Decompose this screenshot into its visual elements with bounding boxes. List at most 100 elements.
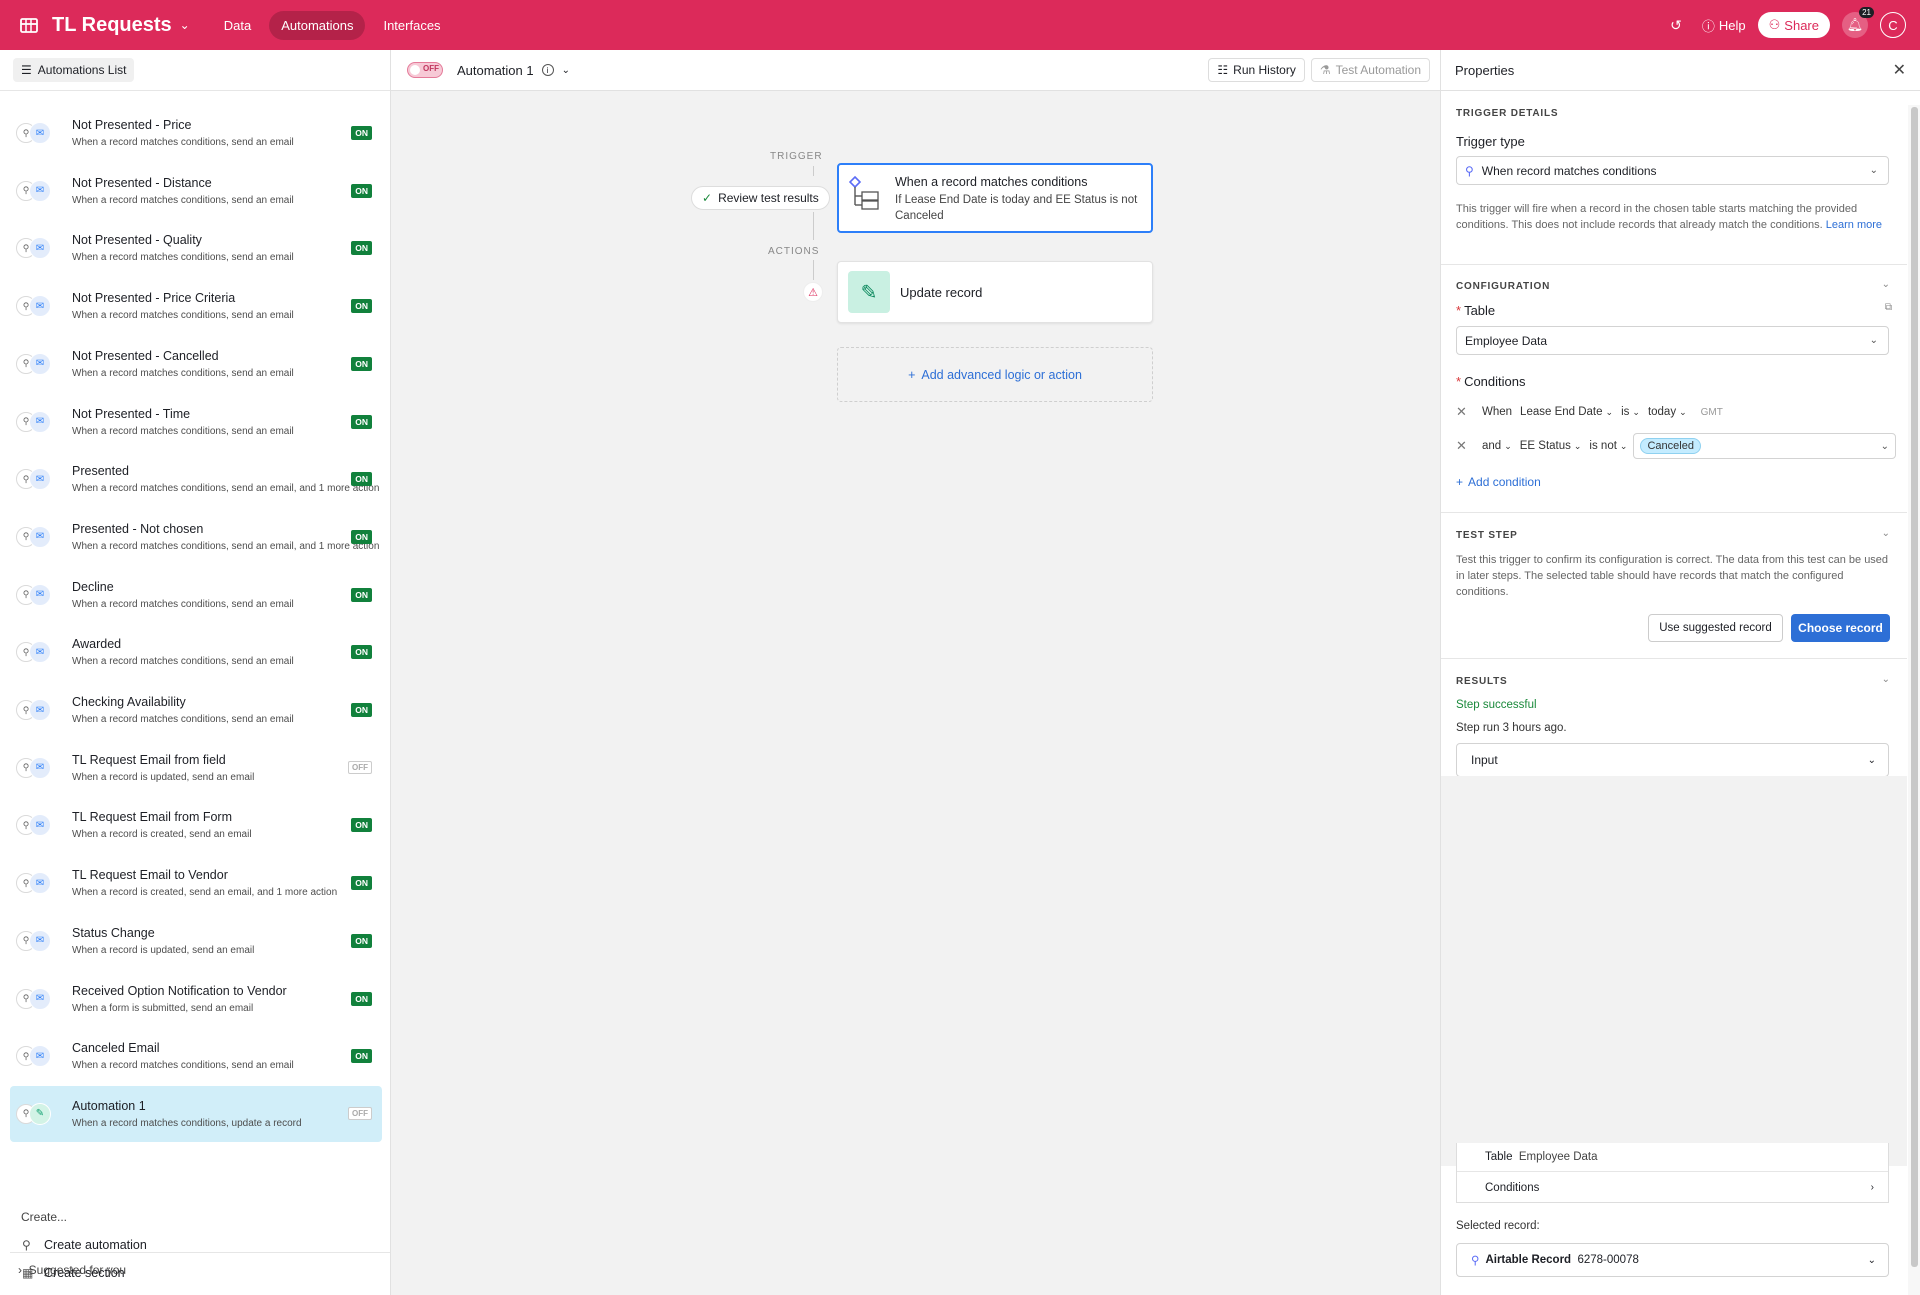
- automation-title: Awarded: [72, 637, 122, 652]
- selected-record-select[interactable]: ⚲ Airtable Record 6278-00078 ⌄: [1456, 1243, 1889, 1277]
- status-badge[interactable]: ON: [351, 1049, 372, 1064]
- add-condition-button[interactable]: + Add condition: [1456, 475, 1541, 489]
- automation-item[interactable]: ⚲ ✉ Presented - Not chosen When a record ma…: [10, 509, 382, 565]
- automation-item[interactable]: ⚲ ✉ Not Presented - Distance When a record …: [10, 163, 382, 219]
- automation-item[interactable]: ⚲ ✉ TL Request Email from field When a reco…: [10, 740, 382, 796]
- status-badge[interactable]: ON: [351, 241, 372, 256]
- conjunction-select[interactable]: and ⌄: [1482, 440, 1512, 452]
- record-conditions-icon: [848, 175, 881, 215]
- status-badge[interactable]: ON: [351, 933, 372, 948]
- chevron-down-icon[interactable]: ⌄: [1882, 279, 1890, 290]
- automation-name[interactable]: Automation 1 i ⌄: [457, 63, 570, 78]
- run-history-button[interactable]: ☷ Run History: [1208, 58, 1305, 82]
- avatar[interactable]: C: [1880, 12, 1906, 38]
- automation-subtitle: When a record is updated, send an email: [72, 771, 255, 783]
- automation-item[interactable]: ⚲ ✉ Awarded When a record matches condition…: [10, 624, 382, 680]
- trigger-type-select[interactable]: ⚲ When record matches conditions ⌄: [1456, 156, 1889, 185]
- help-label: Help: [1718, 17, 1746, 33]
- status-pill: Canceled: [1640, 438, 1701, 454]
- status-badge[interactable]: ON: [351, 529, 372, 544]
- top-nav: Data Automations Interfaces: [212, 10, 453, 40]
- choose-record-button[interactable]: Choose record: [1791, 614, 1890, 642]
- suggested-for-you[interactable]: › Suggested for you: [10, 1252, 390, 1277]
- automation-item[interactable]: ⚲ ✉ TL Request Email to Vendor When a recor…: [10, 855, 382, 911]
- table-select[interactable]: Employee Data ⌄: [1456, 326, 1889, 355]
- automation-title: Not Presented - Cancelled: [72, 348, 219, 363]
- status-badge[interactable]: ON: [351, 818, 372, 833]
- status-badge[interactable]: ON: [351, 587, 372, 602]
- condition-operator-select[interactable]: is ⌄: [1621, 406, 1640, 418]
- info-icon[interactable]: i: [541, 64, 554, 76]
- status-badge[interactable]: ON: [351, 703, 372, 717]
- notifications-button[interactable]: 🔔︎ 21: [1842, 7, 1874, 38]
- automation-item[interactable]: ⚲ ✉ Not Presented - Time When a record matc…: [10, 394, 382, 450]
- expand-icon[interactable]: ⧉: [1885, 302, 1892, 313]
- automation-item[interactable]: ⚲ ✉ TL Request Email from Form When a recor…: [10, 797, 382, 853]
- trigger-card[interactable]: When a record matches conditions If Leas…: [837, 163, 1153, 233]
- share-button[interactable]: ⚇ Share: [1757, 12, 1830, 38]
- automation-item[interactable]: ⚲ ✉ Decline When a record matches condition…: [10, 567, 382, 623]
- condition-value-select[interactable]: Canceled ⌄: [1633, 433, 1896, 459]
- automation-item[interactable]: ⚲ ✉ Received Option Notification to Vendor…: [10, 971, 382, 1027]
- automation-item[interactable]: ⚲ ✉ Not Presented - Quality When a record m…: [10, 220, 382, 276]
- base-name[interactable]: TL Requests: [52, 14, 172, 37]
- automation-item[interactable]: ⚲ ✉ Not Presented - Price When a record mat…: [10, 105, 382, 161]
- status-badge[interactable]: ON: [351, 356, 372, 371]
- update-record-action-card[interactable]: ✎ Update record: [837, 261, 1153, 323]
- nav-interfaces[interactable]: Interfaces: [371, 11, 452, 40]
- automation-item[interactable]: ⚲ ✉ Status Change When a record is updated,…: [10, 913, 382, 969]
- automation-item[interactable]: ⚲ ✉ Not Presented - Cancelled When a record…: [10, 336, 382, 392]
- review-test-results-button[interactable]: ✓ Review test results: [691, 186, 830, 210]
- automation-item[interactable]: ⚲ ✎ Automation 1 When a record matches cond…: [10, 1085, 382, 1142]
- record-conditions-icon: ⚲: [1465, 163, 1474, 178]
- test-automation-button[interactable]: ⚗ Test Automation: [1310, 58, 1430, 82]
- automation-item[interactable]: ⚲ ✉ Canceled Email When a record matches co…: [10, 1028, 382, 1084]
- chevron-down-icon[interactable]: ⌄: [1882, 674, 1890, 685]
- chevron-down-icon[interactable]: ⌄: [1882, 528, 1890, 539]
- input-conditions-row[interactable]: Conditions ›: [1457, 1172, 1888, 1203]
- nav-automations[interactable]: Automations: [269, 10, 366, 40]
- chevron-down-icon[interactable]: ⌄: [562, 65, 570, 76]
- status-badge[interactable]: OFF: [348, 1106, 372, 1120]
- condition-operator-select[interactable]: is not ⌄: [1589, 440, 1627, 452]
- add-advanced-logic-button[interactable]: + Add advanced logic or action: [837, 347, 1153, 402]
- status-badge[interactable]: ON: [351, 991, 372, 1006]
- automation-toggle[interactable]: OFF: [407, 62, 443, 78]
- condition-field-select[interactable]: Lease End Date ⌄: [1520, 406, 1613, 418]
- nav-data[interactable]: Data: [212, 11, 263, 40]
- status-badge[interactable]: ON: [351, 414, 372, 429]
- close-icon[interactable]: ✕: [1893, 60, 1906, 80]
- status-badge[interactable]: ON: [351, 645, 372, 660]
- automation-item[interactable]: ⚲ ✉ Checking Availability When a record mat…: [10, 682, 382, 738]
- base-icon[interactable]: [18, 14, 40, 36]
- history-icon[interactable]: ↺: [1670, 17, 1682, 34]
- automations-list-button[interactable]: ☰ Automations List: [13, 58, 135, 82]
- automation-item[interactable]: ⚲ ✉ Presented When a record matches conditi…: [10, 451, 382, 507]
- remove-condition-icon[interactable]: ✕: [1456, 438, 1474, 454]
- chevron-down-icon[interactable]: ⌄: [180, 18, 190, 32]
- remove-condition-icon[interactable]: ✕: [1456, 404, 1474, 420]
- learn-more-link[interactable]: Learn more: [1826, 219, 1882, 231]
- status-badge[interactable]: ON: [351, 183, 372, 198]
- automation-text: Awarded When a record matches conditions,…: [72, 637, 382, 667]
- use-suggested-record-button[interactable]: Use suggested record: [1648, 614, 1783, 642]
- condition-field-select[interactable]: EE Status ⌄: [1520, 440, 1582, 452]
- help-button[interactable]: ⓘ Help: [1702, 16, 1746, 35]
- configuration-heading: CONFIGURATION: [1456, 281, 1551, 292]
- condition-value-select[interactable]: today ⌄: [1648, 406, 1687, 418]
- status-badge[interactable]: ON: [351, 472, 372, 487]
- warning-icon[interactable]: ⚠: [803, 282, 823, 302]
- automation-item[interactable]: ⚲ ✉ Not Presented - Price Criteria When a r…: [10, 278, 382, 334]
- automation-text: TL Request Email to Vendor When a record …: [72, 868, 382, 898]
- status-badge[interactable]: ON: [351, 126, 372, 140]
- status-badge[interactable]: ON: [351, 876, 372, 891]
- input-accordion[interactable]: Input ⌄: [1456, 743, 1889, 777]
- email-icon: ✉: [29, 352, 51, 375]
- trigger-type-value: When record matches conditions: [1481, 163, 1657, 178]
- scrollbar-thumb[interactable]: [1911, 107, 1918, 1267]
- status-badge[interactable]: OFF: [348, 760, 372, 774]
- automation-icons: ⚲ ✉: [16, 292, 56, 320]
- status-badge[interactable]: ON: [351, 299, 372, 314]
- chevron-down-icon: ⌄: [1605, 406, 1614, 417]
- properties-scrollbar[interactable]: [1908, 105, 1920, 1295]
